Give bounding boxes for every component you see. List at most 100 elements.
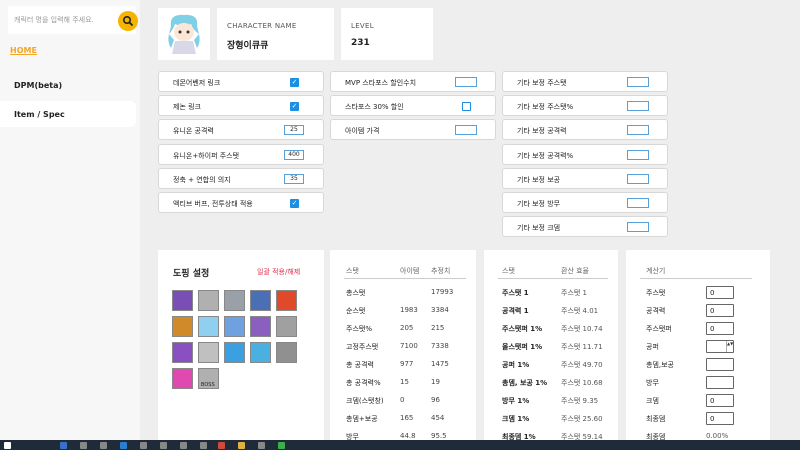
doping-icon-8[interactable]	[224, 316, 245, 337]
option-label: 데몬어벤저 링크	[173, 79, 221, 87]
option-label: 기타 보정 보공	[517, 176, 561, 184]
option-item-price: 아이템 가격	[330, 119, 496, 140]
conversion-row-stat: 총뎀, 보공 1%	[502, 379, 548, 387]
taskbar-app-icon[interactable]	[238, 442, 245, 449]
doping-icon-11[interactable]	[172, 342, 193, 363]
conversion-row-stat: 크뎀 1%	[502, 415, 530, 423]
taskbar-app-icon[interactable]	[278, 442, 285, 449]
doping-icon-10[interactable]	[276, 316, 297, 337]
search-box[interactable]: 캐릭터 명을 입력해 주세요.	[8, 6, 138, 34]
doping-icon-6[interactable]	[172, 316, 193, 337]
taskbar-app-icon[interactable]	[140, 442, 147, 449]
doping-icon-7[interactable]	[198, 316, 219, 337]
taskbar-app-icon[interactable]	[258, 442, 265, 449]
etc-attack-pct-input[interactable]	[627, 150, 649, 160]
calculator-row-label: 공격력	[646, 307, 666, 315]
conversion-row-stat: 올스탯퍼 1%	[502, 343, 543, 351]
divider	[498, 278, 608, 279]
calculator-input[interactable]	[706, 358, 734, 371]
taskbar-app-icon[interactable]	[100, 442, 107, 449]
character-name: 장형이큐큐	[227, 41, 269, 51]
conversion-row-efficiency: 주스탯 49.70	[561, 361, 603, 369]
union-hyper-mainstat-input[interactable]: 400	[284, 150, 304, 160]
etc-mainstat-input[interactable]	[627, 77, 649, 87]
stats-row-estimate: 96	[431, 396, 440, 404]
starforce-discount-checkbox[interactable]	[462, 102, 471, 111]
calculator-input[interactable]	[706, 376, 734, 389]
home-link[interactable]: HOME	[10, 46, 37, 55]
doping-icon-15[interactable]	[276, 342, 297, 363]
option-starforce-discount: 스타포스 30% 할인	[330, 95, 496, 116]
taskbar-app-icon[interactable]	[160, 442, 167, 449]
doping-icon-2[interactable]	[198, 290, 219, 311]
doping-icon-9[interactable]	[250, 316, 271, 337]
conversion-row-stat: 방무 1%	[502, 397, 530, 405]
option-label: 기타 보정 방무	[517, 200, 561, 208]
stats-row-label: 주스탯%	[346, 325, 372, 333]
conversion-row-efficiency: 주스탯 11.71	[561, 343, 603, 351]
stats-row-item: 165	[400, 414, 414, 422]
active-buff-checkbox[interactable]: ✓	[290, 199, 299, 208]
option-etc-boss: 기타 보정 보공	[502, 168, 668, 189]
doping-icon-5[interactable]	[276, 290, 297, 311]
sidebar: 캐릭터 명을 입력해 주세요. HOME DPM(beta) Item / Sp…	[0, 0, 140, 440]
calculator-result: 0.00%	[706, 432, 729, 440]
xenon-link-checkbox[interactable]: ✓	[290, 102, 299, 111]
doping-icon-16[interactable]	[172, 368, 193, 389]
stats-row-item: 15	[400, 378, 409, 386]
etc-boss-input[interactable]	[627, 174, 649, 184]
calculator-input[interactable]: 0	[706, 304, 734, 317]
calculator-row-label: 공퍼	[646, 343, 659, 351]
search-button[interactable]	[118, 11, 138, 31]
boss-icon[interactable]: BOSS	[198, 368, 219, 389]
taskbar-app-icon[interactable]	[180, 442, 187, 449]
taskbar-app-icon[interactable]	[80, 442, 87, 449]
search-input[interactable]: 캐릭터 명을 입력해 주세요.	[14, 15, 94, 25]
calculator-row-label: 크뎀	[646, 397, 659, 405]
doping-icon-3[interactable]	[224, 290, 245, 311]
etc-attack-input[interactable]	[627, 125, 649, 135]
doping-icon-4[interactable]	[250, 290, 271, 311]
nav-item-item-spec[interactable]: Item / Spec	[0, 101, 136, 127]
level-card: LEVEL 231	[341, 8, 433, 60]
conversion-row-efficiency: 주스탯 10.74	[561, 325, 603, 333]
calculator-input[interactable]: 0	[706, 394, 734, 407]
mvp-discount-input[interactable]	[455, 77, 477, 87]
etc-mainstat-pct-input[interactable]	[627, 101, 649, 111]
will-input[interactable]: 35	[284, 174, 304, 184]
etc-ied-input[interactable]	[627, 198, 649, 208]
stats-row-label: 크뎀(스탯창)	[346, 397, 384, 405]
doping-icon-14[interactable]	[250, 342, 271, 363]
calculator-input[interactable]: 0	[706, 322, 734, 335]
taskbar-app-icon[interactable]	[120, 442, 127, 449]
conversion-row-efficiency: 주스탯 9.35	[561, 397, 599, 405]
calculator-row-label: 주스탯퍼	[646, 325, 672, 333]
taskbar-app-icon[interactable]	[60, 442, 67, 449]
boss-label: BOSS	[201, 382, 215, 388]
union-attack-input[interactable]: 25	[284, 125, 304, 135]
doping-icon-13[interactable]	[224, 342, 245, 363]
taskbar	[0, 440, 800, 450]
taskbar-app-icon[interactable]	[200, 442, 207, 449]
option-label: 기타 보정 공격력%	[517, 152, 574, 160]
conversion-row-stat: 공격력 1	[502, 307, 529, 315]
start-icon[interactable]	[4, 442, 11, 449]
doping-icon-12[interactable]	[198, 342, 219, 363]
stats-row-label: 총뎀+보공	[346, 415, 378, 423]
doping-icon-1[interactable]	[172, 290, 193, 311]
stats-panel: 스탯 아이템 추정치 총스탯 17993 순스탯 1983 3384 주스탯% 205 215…	[330, 250, 476, 441]
nav-item-dpm[interactable]: DPM(beta)	[0, 72, 136, 98]
calculator-row-label: 최종뎀	[646, 415, 666, 423]
option-label: 기타 보정 크뎀	[517, 224, 561, 232]
taskbar-app-icon[interactable]	[218, 442, 225, 449]
calculator-input[interactable]: 0	[706, 412, 734, 425]
demon-avenger-link-checkbox[interactable]: ✓	[290, 78, 299, 87]
level-label: LEVEL	[351, 22, 374, 30]
stats-row-estimate: 1475	[431, 360, 449, 368]
spinner-arrows-icon[interactable]: ▲▼	[726, 341, 733, 352]
calculator-input[interactable]: 0	[706, 286, 734, 299]
etc-critdmg-input[interactable]	[627, 222, 649, 232]
stats-row-label: 고정주스탯	[346, 343, 379, 351]
item-price-input[interactable]	[455, 125, 477, 135]
doping-toggle-all-button[interactable]: 일괄 적용/해제	[257, 267, 300, 277]
